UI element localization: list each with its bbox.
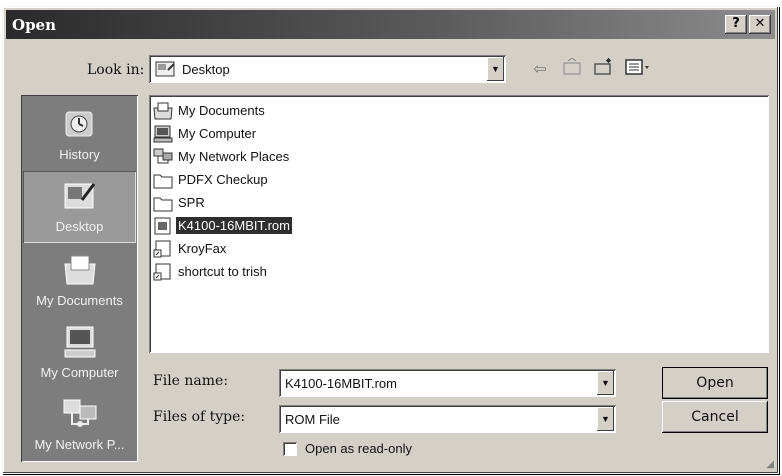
desktop-icon xyxy=(155,61,175,77)
chevron-down-icon[interactable]: ▼ xyxy=(597,371,614,395)
shortcut-icon xyxy=(153,263,171,280)
title-bar[interactable]: Open ? ✕ xyxy=(6,10,775,39)
chevron-down-icon[interactable]: ▼ xyxy=(597,407,614,431)
chevron-down-icon[interactable]: ▼ xyxy=(487,57,504,81)
file-name: My Computer xyxy=(178,126,257,141)
file-name-value: K4100-16MBIT.rom xyxy=(285,375,397,391)
file-type-select[interactable]: ROM File ▼ xyxy=(279,405,616,433)
computer-icon xyxy=(153,125,173,142)
desktop-icon xyxy=(61,177,99,215)
place-label: My Documents xyxy=(36,293,123,308)
file-list[interactable]: My Documents My Computer My Network Plac… xyxy=(149,95,769,353)
view-menu-icon[interactable] xyxy=(625,58,649,81)
file-name-label: File name: xyxy=(153,373,229,389)
place-my-documents[interactable]: My Documents xyxy=(23,245,136,317)
file-name: My Documents xyxy=(178,103,265,118)
file-name: KroyFax xyxy=(178,241,227,256)
back-arrow-icon[interactable]: ⇦ xyxy=(529,59,551,79)
file-type-label: Files of type: xyxy=(153,409,246,425)
list-item[interactable]: PDFX Checkup xyxy=(153,168,769,191)
place-my-computer[interactable]: My Computer xyxy=(23,317,136,389)
place-label: My Network P... xyxy=(34,437,125,452)
read-only-label[interactable]: Open as read-only xyxy=(305,441,412,456)
place-label: Desktop xyxy=(55,219,104,234)
close-button[interactable]: ✕ xyxy=(749,15,771,34)
window-title: Open xyxy=(12,15,57,34)
my-computer-icon xyxy=(61,323,99,361)
file-name: shortcut to trish xyxy=(178,264,267,279)
my-documents-icon xyxy=(61,251,99,289)
toolbar: ⇦ xyxy=(529,56,649,81)
read-only-checkbox[interactable] xyxy=(283,441,297,456)
open-button[interactable]: Open xyxy=(662,367,768,399)
folder-icon xyxy=(153,197,173,211)
open-dialog: Open ? ✕ Look in: Desktop ▼ ⇦ History De… xyxy=(2,6,779,474)
look-in-value: Desktop xyxy=(182,61,230,77)
cancel-button[interactable]: Cancel xyxy=(662,401,768,433)
list-item[interactable]: shortcut to trish xyxy=(153,260,769,283)
file-name: My Network Places xyxy=(178,149,290,164)
history-icon xyxy=(61,105,99,143)
place-history[interactable]: History xyxy=(23,99,136,171)
list-item[interactable]: K4100-16MBIT.rom xyxy=(153,214,769,237)
look-in-combo[interactable]: Desktop ▼ xyxy=(149,55,506,83)
list-item[interactable]: KroyFax xyxy=(153,237,769,260)
help-button[interactable]: ? xyxy=(725,15,747,34)
place-label: History xyxy=(59,147,100,162)
new-folder-icon[interactable] xyxy=(593,57,615,81)
file-name-input[interactable]: K4100-16MBIT.rom ▼ xyxy=(279,369,616,397)
list-item[interactable]: My Network Places xyxy=(153,145,769,168)
list-item[interactable]: My Documents xyxy=(153,99,769,122)
network-icon xyxy=(153,148,173,163)
file-name: PDFX Checkup xyxy=(178,172,268,187)
resize-grip-icon[interactable]: ◢ xyxy=(766,459,774,470)
look-in-label: Look in: xyxy=(87,62,145,78)
places-bar: History Desktop My Documents My Computer… xyxy=(21,95,138,462)
folder-icon xyxy=(153,174,173,188)
place-label: My Computer xyxy=(40,365,119,380)
my-documents-icon xyxy=(153,102,173,119)
file-type-value: ROM File xyxy=(285,411,340,427)
list-item[interactable]: SPR xyxy=(153,191,769,214)
shortcut-icon xyxy=(153,240,171,257)
place-desktop[interactable]: Desktop xyxy=(23,171,136,243)
file-name: SPR xyxy=(178,195,205,210)
place-my-network[interactable]: My Network P... xyxy=(23,389,136,461)
read-only-row: Open as read-only xyxy=(283,441,412,456)
file-name: K4100-16MBIT.rom xyxy=(176,217,292,234)
up-folder-icon[interactable] xyxy=(561,56,583,81)
rom-file-icon xyxy=(154,217,171,234)
list-item[interactable]: My Computer xyxy=(153,122,769,145)
my-network-icon xyxy=(61,395,99,433)
